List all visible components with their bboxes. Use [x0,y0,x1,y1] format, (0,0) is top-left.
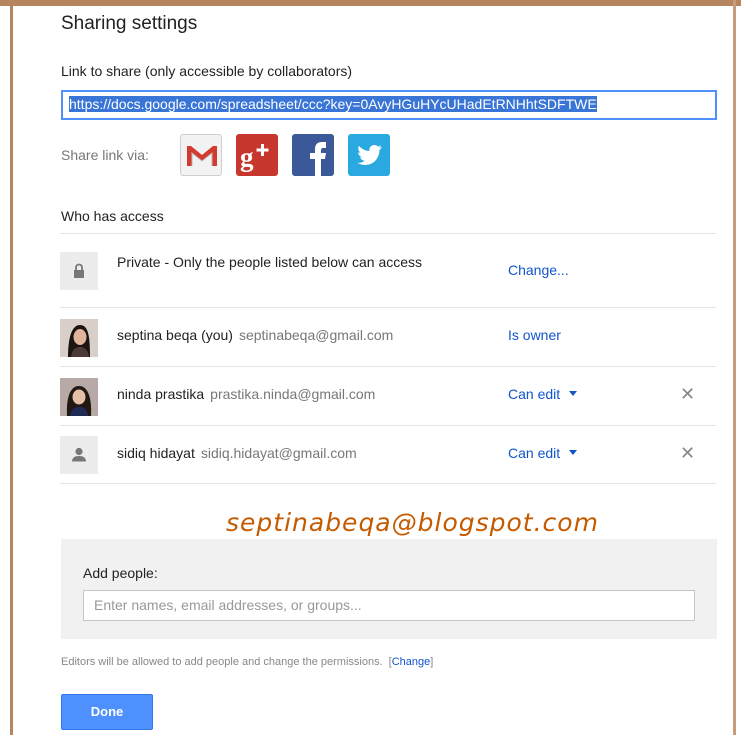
avatar [60,319,98,357]
permission-dropdown[interactable]: Can edit [508,386,578,402]
share-via-label: Share link via: [61,147,149,163]
facebook-icon[interactable] [292,134,334,176]
person-email: sidiq.hidayat@gmail.com [200,445,357,461]
permission-dropdown[interactable]: Can edit [508,445,578,461]
avatar [60,378,98,416]
lock-icon [60,252,98,290]
sharing-dialog: Sharing settings Link to share (only acc… [13,6,733,735]
add-people-field[interactable] [83,590,695,621]
person-email: septinabeqa@gmail.com [238,327,394,343]
share-link-field[interactable]: https://docs.google.com/spreadsheet/ccc?… [61,90,717,120]
person-entry: sidiq hidayat sidiq.hidayat@gmail.com [117,445,357,461]
dropdown-caret-icon [569,391,578,396]
permission-dropdown-label: Can edit [508,445,561,461]
remove-person-icon[interactable]: ✕ [680,384,695,405]
access-row-person: ninda prastika prastika.ninda@gmail.com C… [60,366,716,425]
svg-text:g: g [240,142,254,172]
person-entry: ninda prastika prastika.ninda@gmail.com [117,386,375,402]
permissions-note: Editors will be allowed to add people an… [61,656,433,668]
person-name: ninda prastika [117,386,205,402]
visibility-description: Private - Only the people listed below c… [117,254,423,270]
dialog-title: Sharing settings [61,13,198,34]
change-permissions-link[interactable]: Change [392,656,431,668]
link-to-share-label: Link to share (only accessible by collab… [61,63,353,79]
add-people-input[interactable] [94,597,684,613]
twitter-icon[interactable] [348,134,390,176]
bracket-close: ] [430,656,434,668]
add-people-panel: Add people: [61,539,717,639]
share-link-selected-text: https://docs.google.com/spreadsheet/ccc?… [69,96,597,112]
person-placeholder-icon [60,436,98,474]
change-visibility-link[interactable]: Change... [508,262,569,278]
done-button[interactable]: Done [61,694,153,730]
dropdown-caret-icon [569,450,578,455]
access-row-private: Private - Only the people listed below c… [60,233,716,307]
permission-dropdown-label: Can edit [508,386,561,402]
gmail-icon[interactable] [180,134,222,176]
person-email: prastika.ninda@gmail.com [210,386,376,402]
frame-right-border [733,0,736,735]
person-entry: septina beqa (you) septinabeqa@gmail.com [117,327,393,343]
access-row-person: septina beqa (you) septinabeqa@gmail.com … [60,307,716,366]
person-name: sidiq hidayat [117,445,195,461]
google-plus-icon[interactable]: g [236,134,278,176]
remove-person-icon[interactable]: ✕ [680,443,695,464]
access-row-person: sidiq hidayat sidiq.hidayat@gmail.com Can… [60,425,716,484]
who-has-access-heading: Who has access [61,208,164,224]
person-name: septina beqa (you) [117,327,233,343]
add-people-label: Add people: [83,565,158,581]
permissions-note-text: Editors will be allowed to add people an… [61,656,383,668]
permission-label: Is owner [508,327,561,343]
blog-watermark: septinabeqa@blogspot.com [226,508,599,537]
